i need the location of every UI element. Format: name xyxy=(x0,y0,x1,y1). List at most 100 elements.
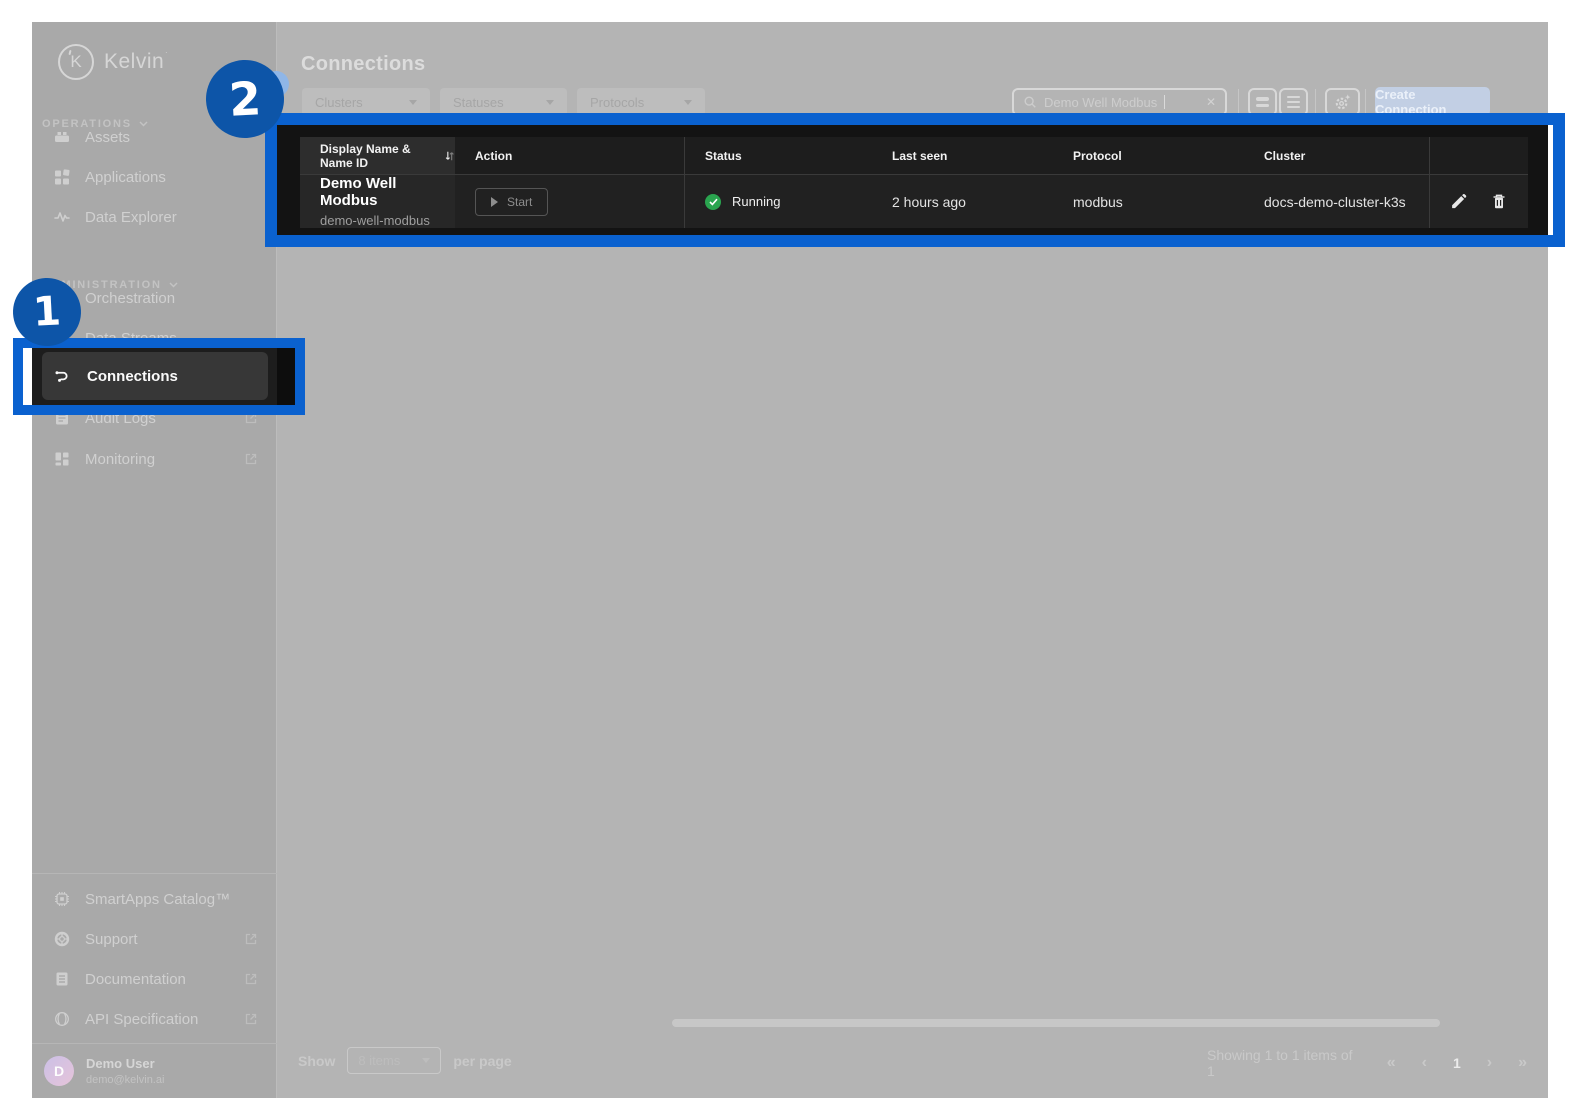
external-link-icon xyxy=(245,933,257,945)
chevron-down-icon xyxy=(684,99,692,105)
column-label: Status xyxy=(705,148,742,163)
sidebar-item-label: API Specification xyxy=(85,1010,199,1028)
edit-pencil-icon[interactable] xyxy=(1450,193,1467,210)
table-header-row: Display Name & Name ID Action Status Las… xyxy=(300,137,1528,175)
sidebar-item-label: Monitoring xyxy=(85,450,156,468)
list-view-toggle[interactable] xyxy=(1279,88,1308,116)
sidebar-item-label: Assets xyxy=(85,128,131,146)
clusters-filter-dropdown[interactable]: Clusters xyxy=(302,88,430,116)
play-icon xyxy=(491,196,498,207)
table-row[interactable]: Demo Well Modbus demo-well-modbus Start … xyxy=(300,175,1528,228)
column-header-display-name[interactable]: Display Name & Name ID xyxy=(300,137,455,174)
column-label: Protocol xyxy=(1073,148,1122,163)
sidebar-item-support[interactable]: Support xyxy=(32,919,277,959)
gear-icon xyxy=(1333,93,1352,112)
start-button[interactable]: Start xyxy=(475,187,549,216)
text-cursor xyxy=(1164,95,1166,109)
sidebar-item-label: Support xyxy=(85,930,138,948)
search-input[interactable]: Demo Well Modbus ✕ xyxy=(1012,88,1227,116)
sort-icon xyxy=(444,149,455,163)
protocols-filter-dropdown[interactable]: Protocols xyxy=(577,88,705,116)
sidebar-item-api-specification[interactable]: API Specification xyxy=(32,999,277,1039)
user-menu[interactable]: D Demo User demo@kelvin.ai xyxy=(44,1056,164,1086)
api-globe-icon xyxy=(54,1011,70,1027)
next-page-button[interactable]: › xyxy=(1487,1054,1492,1072)
card-view-icon xyxy=(1256,97,1269,107)
statuses-filter-dropdown[interactable]: Statuses xyxy=(440,88,567,116)
connection-name: Demo Well Modbus xyxy=(320,175,397,209)
sidebar-item-label: Orchestration xyxy=(85,289,176,307)
column-header-last-seen[interactable]: Last seen xyxy=(872,137,1053,174)
chevron-down-icon xyxy=(422,1058,431,1063)
column-header-protocol[interactable]: Protocol xyxy=(1053,137,1244,174)
sidebar-item-connections[interactable]: Connections xyxy=(42,352,268,400)
sidebar: K Kelvin˙ OPERATIONS Assets Applications… xyxy=(32,22,277,1098)
card-view-toggle[interactable] xyxy=(1248,88,1277,116)
page-margin-sliver xyxy=(23,348,32,405)
sidebar-item-label: SmartApps Catalog™ xyxy=(85,890,231,908)
sidebar-item-label: Applications xyxy=(85,168,166,186)
list-view-icon xyxy=(1287,96,1300,108)
external-link-icon xyxy=(245,1013,257,1025)
assets-icon xyxy=(54,129,70,145)
column-label: Action xyxy=(475,148,513,163)
divider xyxy=(32,873,277,874)
kelvin-logo[interactable]: K Kelvin˙ xyxy=(58,44,168,80)
annotation-highlight-table: Display Name & Name ID Action Status Las… xyxy=(265,113,1565,247)
divider xyxy=(1238,89,1239,115)
cell-row-actions xyxy=(1430,175,1528,228)
cell-status: Running xyxy=(685,175,872,228)
sidebar-item-documentation[interactable]: Documentation xyxy=(32,959,277,999)
pagination: Showing 1 to 1 items of 1 « ‹ 1 › » xyxy=(1207,1047,1527,1079)
column-label: Display Name & Name ID xyxy=(320,141,411,170)
previous-page-button[interactable]: ‹ xyxy=(1422,1054,1427,1072)
column-header-status[interactable]: Status xyxy=(685,137,872,174)
create-connection-button[interactable]: Create Connection xyxy=(1375,87,1490,117)
applications-icon xyxy=(54,169,70,185)
page-size-value: 8 items xyxy=(358,1053,401,1068)
sidebar-item-applications[interactable]: Applications xyxy=(32,157,277,197)
divider xyxy=(32,1043,277,1044)
documentation-icon xyxy=(54,971,70,987)
cell-last-seen: 2 hours ago xyxy=(872,175,1053,228)
divider xyxy=(1315,89,1316,115)
sidebar-item-monitoring[interactable]: Monitoring xyxy=(32,439,277,479)
column-label: Cluster xyxy=(1264,148,1306,163)
clear-search-icon[interactable]: ✕ xyxy=(1206,95,1216,109)
page-size-control: Show 8 items per page xyxy=(298,1047,512,1074)
delete-trash-icon[interactable] xyxy=(1491,193,1507,210)
external-link-icon xyxy=(245,973,257,985)
filter-label: Statuses xyxy=(453,94,504,110)
column-header-cluster[interactable]: Cluster xyxy=(1244,137,1430,174)
smartapps-chip-icon xyxy=(54,891,70,907)
sidebar-item-data-explorer[interactable]: Data Explorer xyxy=(32,197,277,237)
user-name: Demo User xyxy=(86,1056,155,1071)
current-page[interactable]: 1 xyxy=(1453,1055,1461,1071)
filter-label: Protocols xyxy=(590,94,645,110)
page-title: Connections xyxy=(301,53,426,75)
filter-label: Clusters xyxy=(315,94,363,110)
column-label: Last seen xyxy=(892,148,948,163)
cell-display-name: Demo Well Modbus demo-well-modbus xyxy=(300,175,455,228)
search-icon xyxy=(1023,95,1037,109)
cell-protocol: modbus xyxy=(1053,175,1244,228)
last-page-button[interactable]: » xyxy=(1518,1054,1527,1072)
cell-action: Start xyxy=(455,175,685,228)
sidebar-item-smartapps-catalog[interactable]: SmartApps Catalog™ xyxy=(32,879,277,919)
horizontal-scrollbar[interactable] xyxy=(672,1019,1440,1027)
connections-icon xyxy=(54,368,71,385)
page-size-dropdown[interactable]: 8 items xyxy=(347,1047,442,1074)
sidebar-item-label: Data Explorer xyxy=(85,208,177,226)
table-settings-button[interactable] xyxy=(1325,88,1360,116)
chevron-down-icon xyxy=(546,99,554,105)
external-link-icon xyxy=(245,453,257,465)
annotation-highlight-connections: Connections xyxy=(13,338,305,415)
first-page-button[interactable]: « xyxy=(1387,1054,1396,1072)
avatar: D xyxy=(44,1056,74,1086)
column-header-action[interactable]: Action xyxy=(455,137,685,174)
running-check-icon xyxy=(705,193,721,210)
sidebar-item-label: Documentation xyxy=(85,970,186,988)
user-email: demo@kelvin.ai xyxy=(86,1074,165,1086)
page-margin-sliver xyxy=(1548,125,1553,235)
show-label: Show xyxy=(298,1052,336,1069)
